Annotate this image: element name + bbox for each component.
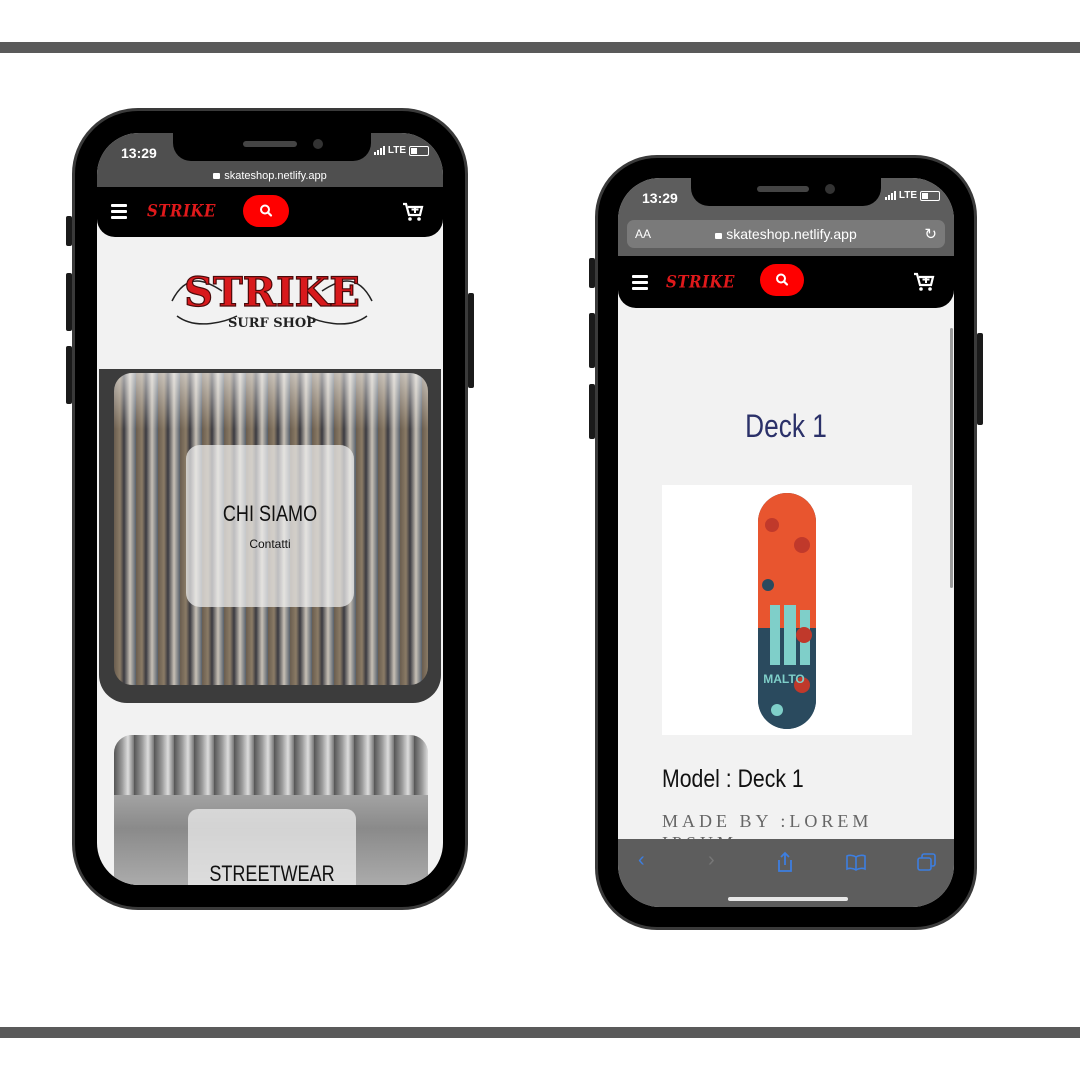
search-icon [260,204,273,217]
side-button [589,258,595,288]
carrier-label: LTE [898,190,917,201]
battery-icon [920,190,940,201]
search-icon [776,273,789,286]
back-icon[interactable]: ‹ [638,849,645,872]
card-overlay: CHI SIAMO Contatti [186,445,354,607]
address-bar[interactable]: AA skateshop.netlify.app ↻ [627,220,945,248]
top-divider [0,42,1080,53]
hamburger-icon[interactable] [111,204,127,219]
notch [173,133,371,161]
address-text: skateshop.netlify.app [726,226,857,242]
site-navbar: STRIKE [97,187,443,237]
product-model: Model : Deck 1 [662,765,804,793]
carrier-label: LTE [387,145,406,156]
battery-icon [409,145,429,156]
bookmarks-icon[interactable] [845,853,867,871]
hamburger-icon[interactable] [632,275,648,290]
bottom-divider [0,1027,1080,1038]
product-image[interactable]: MALTO [662,485,912,735]
forward-icon[interactable]: › [708,849,715,872]
deck-print-text: MALTO [763,672,805,686]
streetwear-card[interactable]: STREETWEAR [114,735,428,885]
camera [825,184,835,194]
street-photo [114,735,428,795]
home-indicator [728,897,848,901]
reload-icon[interactable]: ↻ [924,225,937,243]
nav-logo[interactable]: STRIKE [666,272,735,292]
address-text: skateshop.netlify.app [224,170,327,182]
share-icon[interactable] [776,851,794,873]
search-button[interactable] [243,195,289,227]
card-overlay: STREETWEAR [188,809,356,885]
safari-toolbar: ‹ › [618,839,954,907]
phone-right: 13:29 LTE AA skateshop.netlify.app ↻ STR… [589,155,983,930]
signal-indicator: LTE [373,145,429,156]
side-button [977,333,983,425]
search-button[interactable] [760,264,804,296]
cart-icon[interactable] [913,272,935,292]
logo-title: STRIKE [184,269,360,316]
speaker [243,141,297,147]
logo-subtitle: SURF SHOP [228,316,316,331]
speaker [757,186,809,192]
scroll-indicator [950,328,953,588]
status-time: 13:29 [642,190,678,206]
side-button [589,384,595,439]
status-time: 13:29 [121,145,157,161]
side-button [66,216,72,246]
store-card[interactable]: CHI SIAMO Contatti [114,373,428,685]
lock-icon [715,233,723,239]
address-bar[interactable]: skateshop.netlify.app [97,167,443,187]
phone-left: 13:29 LTE skateshop.netlify.app STRIKE S… [66,108,474,910]
tabs-icon[interactable] [916,852,938,872]
skateboard-deck-image: MALTO [758,493,816,729]
nav-logo[interactable]: STRIKE [147,201,216,221]
notch [691,178,881,206]
side-button [66,273,72,331]
signal-indicator: LTE [884,190,940,201]
cart-icon[interactable] [402,202,424,222]
card-heading: STREETWEAR [209,861,335,885]
product-title: Deck 1 [745,408,827,444]
lock-icon [213,173,221,179]
camera [313,139,323,149]
strike-logo: STRIKE SURF SHOP [171,268,373,331]
screen: 13:29 LTE AA skateshop.netlify.app ↻ STR… [618,178,954,907]
screen: 13:29 LTE skateshop.netlify.app STRIKE S… [97,133,443,885]
side-button [66,346,72,404]
card-heading: CHI SIAMO [222,501,318,526]
site-navbar: STRIKE [618,256,954,308]
card-link[interactable]: Contatti [186,537,354,551]
side-button [468,293,474,388]
side-button [589,313,595,368]
